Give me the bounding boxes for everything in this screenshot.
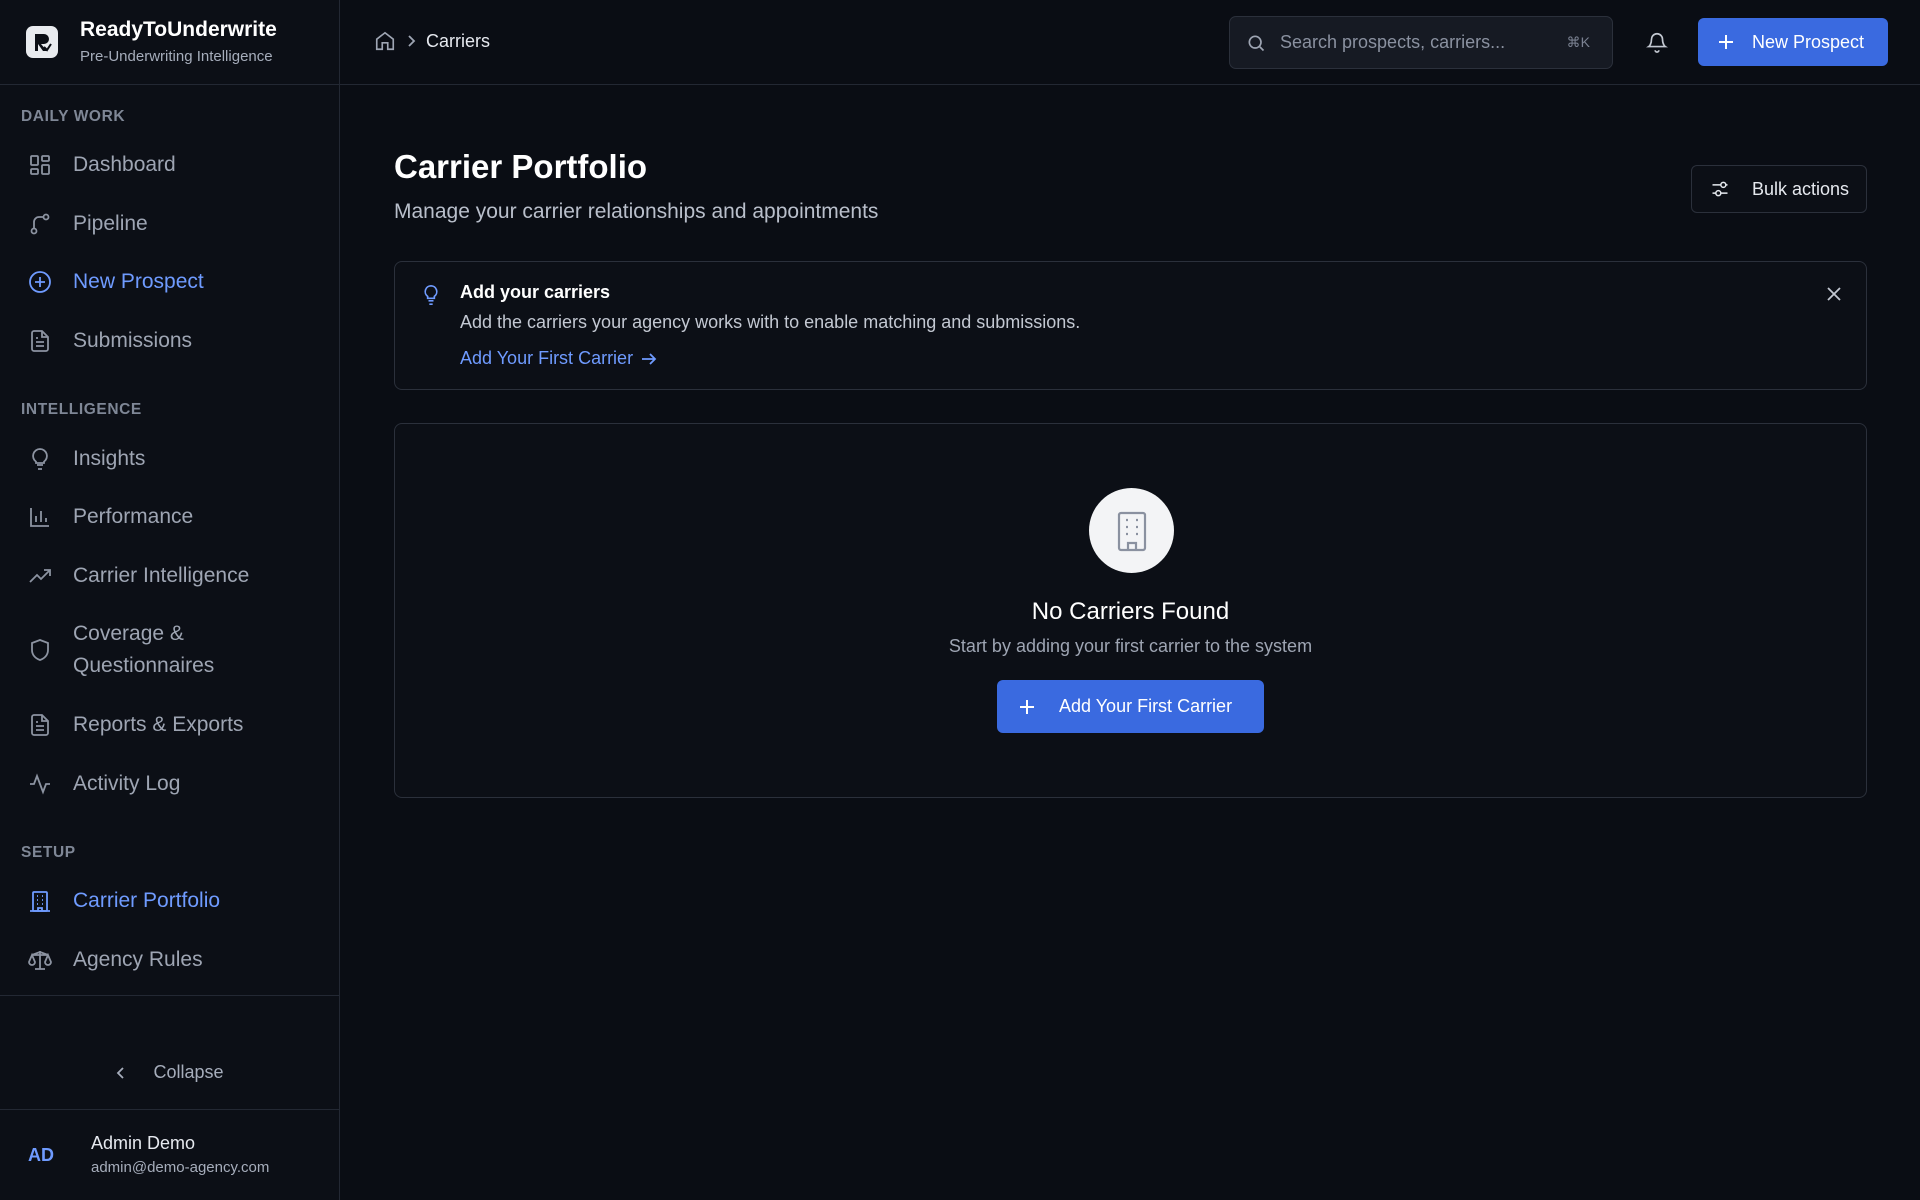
sidebar-item-label: Pipeline <box>73 212 148 235</box>
add-first-carrier-button-label: Add Your First Carrier <box>1059 696 1233 716</box>
plus-icon <box>1019 699 1059 715</box>
collapse-label: Collapse <box>153 1062 224 1082</box>
sidebar-item-label: Dashboard <box>73 153 176 176</box>
activity-icon <box>28 772 52 796</box>
arrow-right-icon <box>633 352 657 366</box>
new-prospect-button[interactable]: New Prospect <box>1698 18 1888 66</box>
sidebar-item-carrier-intelligence[interactable]: Carrier Intelligence <box>0 560 339 592</box>
sidebar-divider <box>0 995 339 996</box>
empty-state: No Carriers Found Start by adding your f… <box>394 423 1867 798</box>
sidebar-item-label: Agency Rules <box>73 948 203 971</box>
tip-text: Add the carriers your agency works with … <box>460 312 1081 332</box>
sidebar-item-carrier-portfolio[interactable]: Carrier Portfolio <box>0 885 339 917</box>
sidebar-item-submissions[interactable]: Submissions <box>0 325 339 357</box>
new-prospect-label: New Prospect <box>1752 31 1865 52</box>
nav-section-daily-work: DAILY WORK <box>21 108 126 125</box>
app-tagline: Pre-Underwriting Intelligence <box>80 48 273 65</box>
document-icon <box>28 329 52 353</box>
collapse-button[interactable]: Collapse <box>0 1050 339 1095</box>
empty-state-subtitle: Start by adding your first carrier to th… <box>948 636 1313 656</box>
search-shortcut: ⌘K <box>1566 34 1590 50</box>
bar-chart-icon <box>28 505 52 529</box>
sidebar-item-label: Insights <box>73 447 146 470</box>
add-first-carrier-button[interactable]: Add Your First Carrier <box>997 680 1264 733</box>
pipeline-icon <box>28 212 52 236</box>
empty-state-title: No Carriers Found <box>1031 598 1230 625</box>
sidebar: ReadyToUnderwrite Pre-Underwriting Intel… <box>0 0 340 1200</box>
tip-banner: Add your carriers Add the carriers your … <box>394 261 1867 390</box>
breadcrumb: Carriers <box>374 30 490 52</box>
sidebar-item-dashboard[interactable]: Dashboard <box>0 149 339 181</box>
bulk-actions-label: Bulk actions <box>1752 178 1850 199</box>
lightbulb-icon <box>28 447 52 471</box>
page-subtitle: Manage your carrier relationships and ap… <box>394 200 879 223</box>
sidebar-item-label: Performance <box>73 505 194 528</box>
avatar: AD <box>28 1144 54 1165</box>
app-name: ReadyToUnderwrite <box>80 18 277 41</box>
sidebar-item-label: Reports & Exports <box>73 713 244 736</box>
search-box[interactable]: ⌘K <box>1229 16 1613 69</box>
sidebar-item-activity-log[interactable]: Activity Log <box>0 768 339 800</box>
user-email: admin@demo-agency.com <box>91 1159 270 1176</box>
sidebar-item-label: Carrier Intelligence <box>73 564 250 587</box>
user-name: Admin Demo <box>91 1133 196 1153</box>
document-icon <box>28 713 52 737</box>
user-profile[interactable]: AD Admin Demo admin@demo-agency.com <box>0 1110 339 1200</box>
sidebar-item-agency-rules[interactable]: Agency Rules <box>0 944 339 976</box>
tip-title: Add your carriers <box>460 282 611 302</box>
bell-icon[interactable] <box>1646 30 1668 54</box>
home-icon[interactable] <box>374 30 396 52</box>
breadcrumb-current: Carriers <box>426 30 491 51</box>
lightbulb-icon <box>421 282 441 308</box>
close-icon[interactable] <box>1826 286 1842 302</box>
empty-state-icon-wrap <box>1089 488 1174 573</box>
bulk-actions-button[interactable]: Bulk actions <box>1691 165 1867 213</box>
sidebar-item-label: New Prospect <box>73 270 204 293</box>
sidebar-item-label: Submissions <box>73 329 193 352</box>
dashboard-icon <box>28 153 52 177</box>
nav-section-intelligence: INTELLIGENCE <box>21 401 142 418</box>
chevron-right-icon <box>406 34 416 48</box>
sidebar-item-reports-exports[interactable]: Reports & Exports <box>0 709 339 741</box>
search-input[interactable] <box>1280 32 1560 53</box>
plus-icon <box>1718 34 1752 50</box>
nav-section-setup: SETUP <box>21 844 76 861</box>
sidebar-item-coverage-questionnaires[interactable]: Coverage & Questionnaires <box>0 618 339 682</box>
brand[interactable]: ReadyToUnderwrite Pre-Underwriting Intel… <box>0 0 339 85</box>
add-first-carrier-link-label: Add Your First Carrier <box>460 348 634 368</box>
plus-circle-icon <box>28 270 52 294</box>
sidebar-item-performance[interactable]: Performance <box>0 501 339 533</box>
app-logo-icon <box>26 26 58 58</box>
search-icon <box>1246 33 1266 53</box>
building-icon <box>28 889 52 913</box>
trending-up-icon <box>28 564 52 588</box>
sidebar-item-insights[interactable]: Insights <box>0 443 339 475</box>
sidebar-item-label: Carrier Portfolio <box>73 889 221 912</box>
chevron-left-icon <box>115 1066 153 1080</box>
sidebar-item-label: Activity Log <box>73 772 181 795</box>
page-title: Carrier Portfolio <box>394 148 648 185</box>
building-icon <box>1114 510 1150 552</box>
sidebar-item-pipeline[interactable]: Pipeline <box>0 208 339 240</box>
shield-icon <box>28 638 52 662</box>
sidebar-item-new-prospect[interactable]: New Prospect <box>0 266 339 298</box>
topbar: Carriers ⌘K New Prospect <box>340 0 1920 85</box>
sliders-icon <box>1710 179 1752 199</box>
scale-icon <box>28 948 52 972</box>
sidebar-item-label: Coverage & Questionnaires <box>73 622 215 677</box>
add-first-carrier-link[interactable]: Add Your First Carrier <box>460 348 657 369</box>
